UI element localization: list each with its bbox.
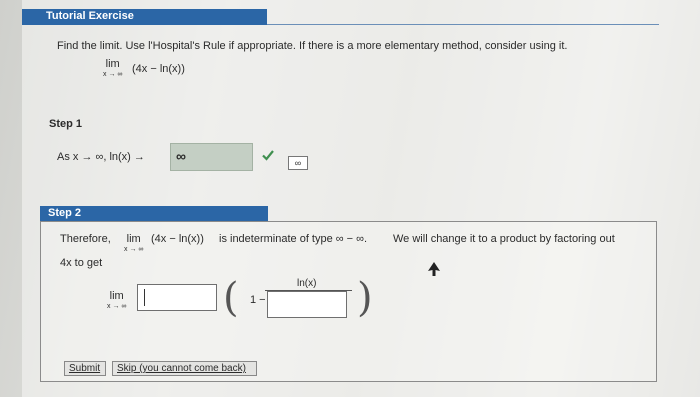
header-divider	[267, 24, 659, 25]
step2-text-4x: 4x to get	[60, 257, 103, 269]
submit-button[interactable]: Submit	[64, 361, 106, 376]
one-minus: 1 −	[250, 294, 266, 306]
math-keyboard-button[interactable]: ∞	[288, 156, 308, 170]
step2-expression: (4x − ln(x))	[151, 233, 204, 245]
limit-body: (4x − ln(x))	[132, 63, 185, 75]
step1-label: Step 1	[49, 118, 83, 130]
step2-text-factoring: We will change it to a product by factor…	[393, 233, 615, 245]
limit-operator: lim x → ∞	[103, 58, 123, 79]
right-parenthesis: )	[357, 275, 373, 321]
step2-answer-limit-operator: lim x → ∞	[107, 290, 127, 311]
lim-word: lim	[126, 233, 141, 245]
mouse-pointer-icon	[428, 262, 440, 276]
left-parenthesis: (	[223, 275, 239, 321]
lim-word: lim	[105, 58, 120, 70]
text-caret	[144, 289, 145, 306]
checkmark-icon	[262, 150, 274, 161]
question-text: Find the limit. Use l'Hospital's Rule if…	[57, 40, 568, 52]
lim-word: lim	[109, 290, 124, 302]
lim-subscript: x → ∞	[103, 71, 123, 78]
step2-label: Step 2	[40, 206, 268, 221]
question-limit-expression: lim x → ∞ (4x − ln(x))	[103, 58, 185, 79]
skip-button[interactable]: Skip (you cannot come back)	[112, 361, 257, 376]
step2-text-therefore: Therefore,	[60, 233, 111, 245]
step2-limit-operator: lim x → ∞	[124, 233, 144, 254]
denominator-input[interactable]	[267, 291, 347, 318]
fraction-numerator: ln(x)	[297, 278, 317, 289]
tutorial-header: Tutorial Exercise	[22, 9, 267, 25]
lim-subscript: x → ∞	[124, 246, 144, 253]
lim-subscript: x → ∞	[107, 303, 127, 310]
step2-text-indeterminate: is indeterminate of type ∞ − ∞.	[219, 233, 368, 245]
step1-answer-field[interactable]: ∞	[170, 143, 253, 171]
step1-text: As x → ∞, ln(x) →	[57, 151, 145, 163]
factor-input[interactable]	[137, 284, 217, 311]
